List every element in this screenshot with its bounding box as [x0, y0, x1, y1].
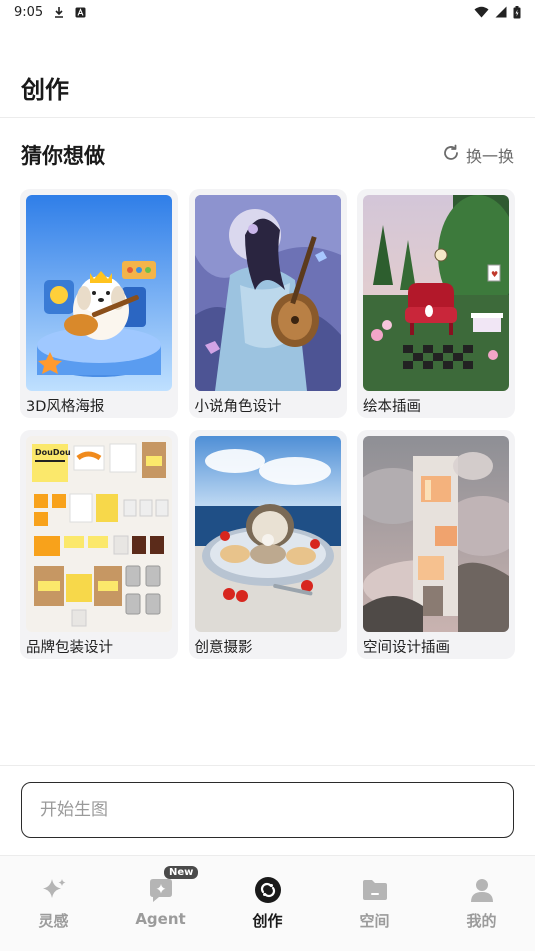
header-divider	[0, 117, 535, 118]
suggestion-grid: 3D风格海报 小说角色设计 ♥ 绘本插画 DouDou 品牌包装设计 创意摄影 …	[20, 189, 515, 659]
refresh-button[interactable]: 换一换	[442, 143, 514, 167]
nav-item-space[interactable]: 空间	[321, 856, 428, 951]
nav-label: Agent	[135, 910, 186, 928]
nav-item-create[interactable]: 创作	[214, 856, 321, 951]
refresh-label: 换一换	[465, 147, 514, 166]
nav-item-mine[interactable]: 我的	[428, 856, 535, 951]
card-brand-packaging[interactable]: DouDou 品牌包装设计	[20, 430, 178, 659]
card-label: 创意摄影	[194, 640, 253, 656]
card-image-picture-book: ♥	[363, 195, 509, 391]
signal-icon	[495, 6, 507, 18]
card-image-character-design	[194, 195, 341, 391]
a-box-icon	[75, 7, 86, 18]
card-image-3d-poster	[26, 195, 172, 391]
sparkle-icon	[40, 876, 68, 904]
status-bar: 9:05	[0, 0, 535, 24]
card-image-space-design	[363, 436, 509, 632]
refresh-icon	[442, 144, 460, 166]
card-label: 绘本插画	[363, 399, 421, 415]
card-label: 品牌包装设计	[26, 640, 113, 656]
card-character-design[interactable]: 小说角色设计	[188, 189, 347, 418]
wifi-icon	[474, 6, 489, 18]
card-3d-poster[interactable]: 3D风格海报	[20, 189, 178, 418]
person-icon	[468, 876, 496, 904]
status-time: 9:05	[14, 4, 44, 20]
card-space-design[interactable]: 空间设计插画	[357, 430, 515, 659]
card-label: 3D风格海报	[26, 399, 105, 415]
card-picture-book[interactable]: ♥ 绘本插画	[357, 189, 515, 418]
nav-item-inspiration[interactable]: 灵感	[0, 856, 107, 951]
card-label: 空间设计插画	[363, 640, 450, 656]
create-icon	[254, 876, 282, 904]
card-label: 小说角色设计	[194, 399, 282, 415]
card-image-brand-packaging: DouDou	[26, 436, 172, 632]
input-divider	[0, 765, 535, 766]
bottom-nav: 灵感 New Agent 创作 空间 我的	[0, 856, 535, 951]
nav-label: 灵感	[38, 912, 69, 930]
nav-label: 我的	[466, 912, 497, 930]
agent-chat-icon	[147, 876, 175, 904]
new-badge: New	[164, 866, 199, 879]
prompt-input[interactable]	[21, 782, 514, 838]
svg-text:DouDou: DouDou	[35, 448, 71, 457]
svg-text:♥: ♥	[491, 270, 498, 279]
nav-label: 创作	[252, 912, 283, 930]
card-creative-photography[interactable]: 创意摄影	[188, 430, 347, 659]
section-title: 猜你想做	[21, 144, 105, 168]
battery-icon	[513, 5, 521, 19]
nav-item-agent[interactable]: New Agent	[107, 856, 214, 951]
page-title: 创作	[21, 76, 69, 104]
folder-icon	[361, 876, 389, 904]
card-image-creative-photography	[194, 436, 341, 632]
nav-label: 空间	[359, 912, 390, 930]
download-icon	[53, 6, 65, 18]
